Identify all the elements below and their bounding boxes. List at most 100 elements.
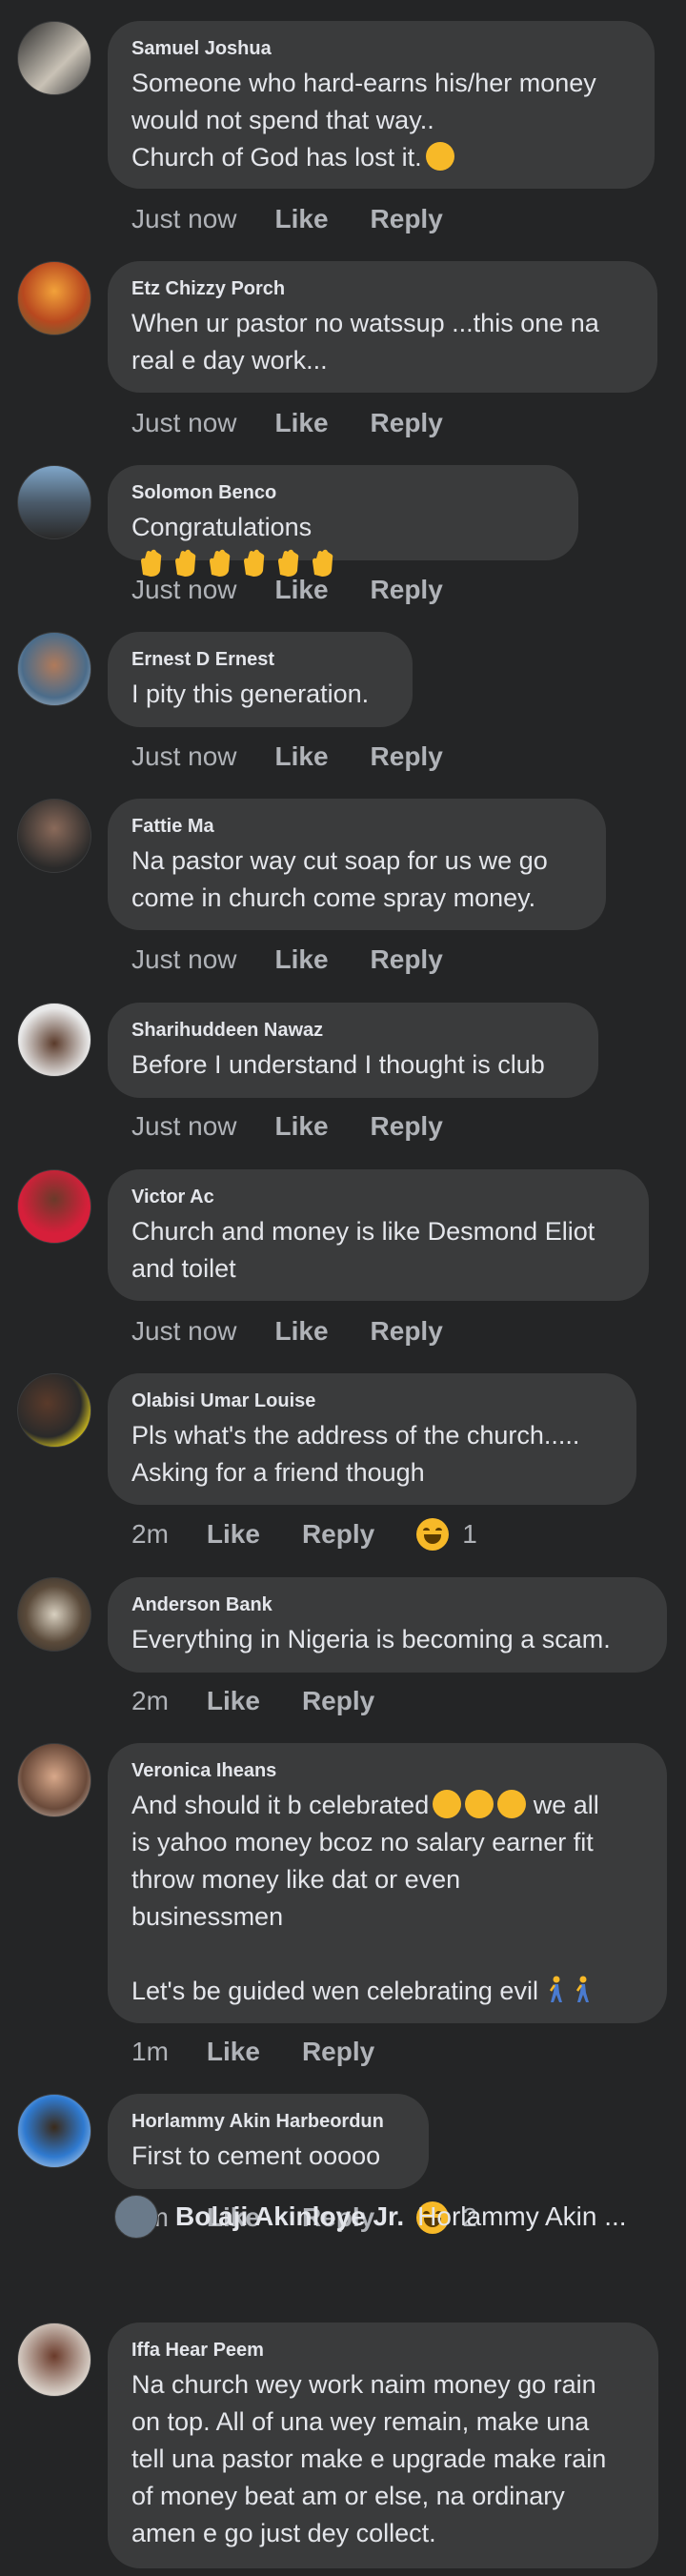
comment-text: I pity this generation. [131,679,370,708]
author-name[interactable]: Ernest D Ernest [131,647,389,672]
comment-bubble[interactable]: Iffa Hear Peem Na church wey work naim m… [108,2322,658,2568]
like-button[interactable]: Like [275,204,329,234]
avatar[interactable] [17,465,91,539]
like-button[interactable]: Like [207,1686,260,1716]
avatar[interactable] [17,1003,91,1077]
comment-bubble[interactable]: Victor Ac Church and money is like Desmo… [108,1169,649,1301]
timestamp: Just now [131,1111,237,1141]
timestamp: Just now [131,944,237,974]
smirking-face-emoji-icon [465,1790,494,1818]
reply-button[interactable]: Reply [371,408,443,438]
like-button[interactable]: Like [275,408,329,438]
avatar[interactable] [17,799,91,873]
comment-actions: 1m Like Reply [131,2035,416,2069]
comment-text: Before I understand I thought is club [131,1050,545,1079]
comment-bubble[interactable]: Horlammy Akin Harbeordun First to cement… [108,2094,429,2189]
avatar[interactable] [17,1577,91,1652]
smirking-face-emoji-icon [433,1790,462,1818]
comment-bubble[interactable]: Samuel Joshua Someone who hard-earns his… [108,21,655,189]
avatar[interactable] [17,2094,91,2168]
comment-text: Congratulations [131,513,313,541]
reply-button[interactable]: Reply [371,204,443,234]
timestamp: 2m [131,1686,169,1715]
comment-text: Someone who hard-earns his/her money wou… [131,69,596,172]
timestamp: Just now [131,408,237,437]
author-name[interactable]: Etz Chizzy Porch [131,276,634,301]
timestamp: Just now [131,741,237,771]
reply-button[interactable]: Reply [371,575,443,605]
reply-preview[interactable]: Bolaji Akinloye Jr. Horlammy Akin ... [114,2195,627,2239]
pensive-face-emoji-icon [425,142,454,171]
author-name[interactable]: Iffa Hear Peem [131,2338,635,2363]
avatar[interactable] [17,21,91,95]
reaction-count: 1 [462,1519,477,1549]
comment-actions: Just now Like Reply [131,202,485,236]
author-name[interactable]: Victor Ac [131,1185,625,1209]
timestamp: Just now [131,204,237,233]
author-name[interactable]: Samuel Joshua [131,36,631,61]
comment-actions: Just now Like Reply [131,943,485,977]
author-name[interactable]: Veronica Iheans [131,1758,643,1783]
author-name[interactable]: Fattie Ma [131,814,582,839]
avatar[interactable] [17,2322,91,2397]
comment-actions: Just now Like Reply [131,1314,485,1349]
like-button[interactable]: Like [275,1111,329,1142]
reply-button[interactable]: Reply [371,741,443,772]
like-button[interactable]: Like [207,2037,260,2067]
reply-snippet: Horlammy Akin ... [417,2201,627,2231]
person-walking-emoji-icon [549,1976,562,2002]
comment-text: Everything in Nigeria is becoming a scam… [131,1625,611,1653]
comment-bubble[interactable]: Etz Chizzy Porch When ur pastor no watss… [108,261,657,393]
comment-text: Church and money is like Desmond Eliot a… [131,1217,595,1283]
reply-button[interactable]: Reply [302,1519,374,1550]
avatar[interactable] [17,632,91,706]
comment-actions: 2m Like Reply 1 [131,1517,477,1552]
like-button[interactable]: Like [275,741,329,772]
timestamp: 2m [131,1519,169,1549]
reply-button[interactable]: Reply [302,1686,374,1716]
avatar[interactable] [17,1373,91,1448]
author-name[interactable]: Horlammy Akin Harbeordun [131,2109,405,2134]
reply-button[interactable]: Reply [371,1111,443,1142]
avatar[interactable] [17,1169,91,1244]
comment-text: Pls what's the address of the church....… [131,1421,580,1487]
reply-button[interactable]: Reply [371,944,443,975]
like-button[interactable]: Like [275,944,329,975]
smirking-face-emoji-icon [497,1790,527,1818]
comment-text: And should it b celebrated [131,1791,430,1819]
comment-text-continued: we all is yahoo money bcoz no salary ear… [131,1791,599,2005]
like-button[interactable]: Like [275,575,329,605]
timestamp: Just now [131,575,237,604]
comment-text: First to cement ooooo [131,2141,381,2170]
author-name[interactable]: Sharihuddeen Nawaz [131,1018,575,1043]
reply-author-name: Bolaji Akinloye Jr. [175,2201,405,2231]
haha-reaction-icon [416,1518,450,1551]
comment-actions: Just now Like Reply [131,406,485,440]
author-name[interactable]: Solomon Benco [131,480,555,505]
like-button[interactable]: Like [275,1316,329,1347]
comment-bubble[interactable]: Veronica Iheans And should it b celebrat… [108,1743,667,2023]
like-button[interactable]: Like [207,1519,260,1550]
comment-text: Na church wey work naim money go rain on… [131,2370,607,2547]
timestamp: 1m [131,2037,169,2066]
comment-bubble[interactable]: Olabisi Umar Louise Pls what's the addre… [108,1373,636,1505]
timestamp: Just now [131,1316,237,1346]
comment-bubble[interactable]: Fattie Ma Na pastor way cut soap for us … [108,799,606,930]
comment-bubble[interactable]: Solomon Benco Congratulations [108,465,578,577]
comment-actions: 2m Like Reply [131,1684,416,1718]
comment-actions: Just now Like Reply [131,740,485,774]
avatar[interactable] [17,261,91,335]
author-name[interactable]: Olabisi Umar Louise [131,1389,613,1413]
reaction-summary[interactable]: 1 [416,1518,477,1551]
avatar[interactable] [17,1743,91,1817]
person-walking-emoji-icon [575,1976,589,2002]
comment-bubble[interactable]: Ernest D Ernest I pity this generation. [108,632,413,727]
reply-button[interactable]: Reply [371,1316,443,1347]
comment-bubble[interactable]: Anderson Bank Everything in Nigeria is b… [108,1577,667,1673]
comment-text: When ur pastor no watssup ...this one na… [131,309,599,375]
avatar [114,2195,158,2239]
author-name[interactable]: Anderson Bank [131,1592,643,1617]
comment-actions: Just now Like Reply [131,573,485,607]
reply-button[interactable]: Reply [302,2037,374,2067]
comment-bubble[interactable]: Sharihuddeen Nawaz Before I understand I… [108,1003,598,1098]
